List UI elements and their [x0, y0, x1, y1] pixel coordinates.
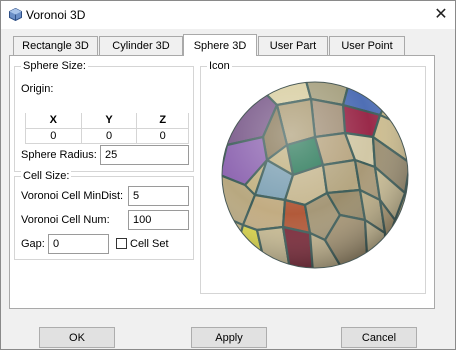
min-dist-input[interactable]: 5 — [128, 186, 189, 206]
tab-cylinder-3d[interactable]: Cylinder 3D — [99, 36, 183, 55]
tab-label: User Part — [269, 40, 317, 52]
tab-label: Sphere 3D — [193, 39, 247, 52]
title-bar: Voronoi 3D ✕ — [1, 1, 455, 29]
cell-num-label: Voronoi Cell Num: — [21, 214, 110, 226]
voronoi-sphere-preview — [221, 81, 409, 269]
apply-button[interactable]: Apply — [191, 327, 267, 348]
tab-label: Cylinder 3D — [112, 40, 170, 52]
sphere-radius-input[interactable]: 25 — [100, 145, 189, 165]
sphere-3d-panel: Sphere Size: Origin: X Y Z 0 0 0 Sphere … — [9, 55, 435, 309]
origin-table: X Y Z 0 0 0 — [25, 113, 189, 144]
cancel-button[interactable]: Cancel — [341, 327, 417, 348]
cell-num-input[interactable]: 100 — [128, 210, 189, 230]
close-icon: ✕ — [434, 6, 448, 23]
tab-user-part[interactable]: User Part — [258, 36, 328, 55]
origin-label: Origin: — [21, 83, 54, 95]
min-dist-label: Voronoi Cell MinDist: — [21, 190, 124, 202]
origin-x-cell[interactable]: 0 — [25, 127, 82, 144]
cell-set-label: Cell Set — [130, 238, 169, 250]
tab-rectangle-3d[interactable]: Rectangle 3D — [13, 36, 98, 55]
close-button[interactable]: ✕ — [429, 3, 453, 25]
origin-y-cell[interactable]: 0 — [80, 127, 138, 144]
app-icon — [9, 8, 22, 21]
cell-size-group: Cell Size: Voronoi Cell MinDist: 5 Voron… — [14, 170, 194, 260]
dialog-window: Voronoi 3D ✕ Rectangle 3D Cylinder 3D Sp… — [0, 0, 456, 350]
column-header-z: Z — [136, 113, 189, 129]
ok-button[interactable]: OK — [39, 327, 115, 348]
cell-set-checkbox[interactable] — [116, 238, 127, 249]
origin-z-cell[interactable]: 0 — [136, 127, 189, 144]
sphere-radius-label: Sphere Radius: — [21, 149, 97, 161]
cell-size-label: Cell Size: — [21, 170, 72, 182]
gap-label: Gap: — [21, 238, 45, 250]
sphere-size-group: Sphere Size: Origin: X Y Z 0 0 0 Sphere … — [14, 60, 194, 172]
sphere-size-label: Sphere Size: — [21, 60, 88, 72]
column-header-x: X — [25, 113, 82, 129]
icon-label: Icon — [207, 60, 232, 72]
tab-label: User Point — [341, 40, 393, 52]
tab-sphere-3d[interactable]: Sphere 3D — [183, 34, 257, 56]
gap-input[interactable]: 0 — [48, 234, 109, 254]
column-header-y: Y — [80, 113, 138, 129]
tab-label: Rectangle 3D — [22, 40, 89, 52]
icon-group: Icon — [200, 60, 426, 294]
tab-user-point[interactable]: User Point — [329, 36, 405, 55]
window-title: Voronoi 3D — [26, 8, 86, 22]
